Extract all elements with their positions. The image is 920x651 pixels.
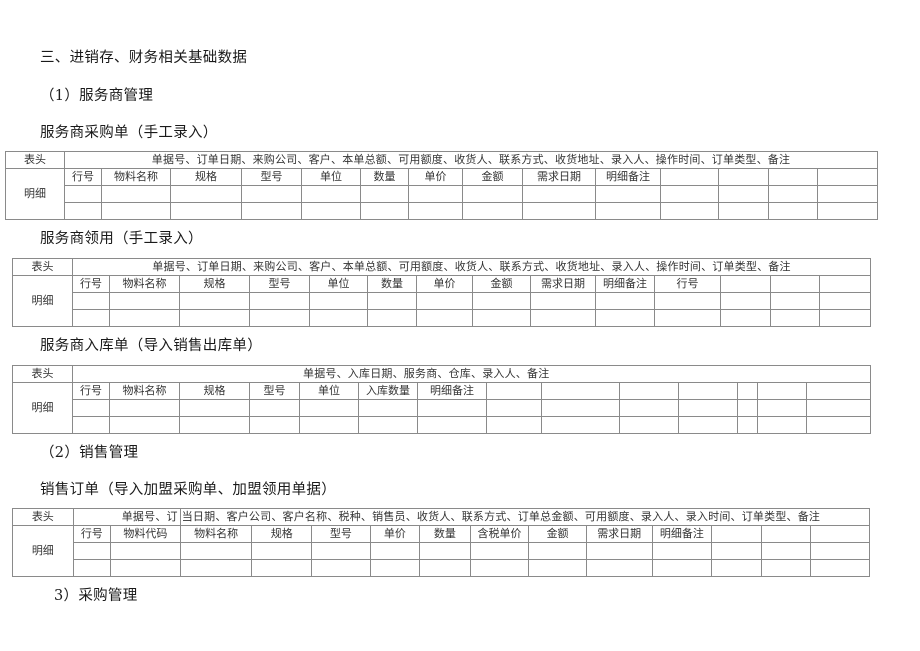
column-header: 行号 — [72, 525, 112, 543]
column-header: 规格 — [170, 168, 242, 186]
column-header: 规格 — [179, 382, 250, 400]
column-header: 金额 — [472, 275, 531, 293]
column-header: 物料代码 — [110, 525, 181, 543]
table-row — [13, 416, 872, 434]
table-row — [13, 542, 870, 560]
column-header: 数量 — [367, 275, 417, 293]
column-header: 行号 — [72, 275, 110, 293]
column-header: 数量 — [419, 525, 471, 543]
column-header: 明细备注 — [651, 525, 713, 543]
header-fields: 单据号、订单日期、来购公司、客户、本单总额、可用额度、收货人、联系方式、收货地址… — [72, 258, 871, 276]
column-header — [817, 168, 878, 186]
column-header: 单位 — [301, 168, 361, 186]
table-title-sales-order: 销售订单（导入加盟采购单、加盟领用单据） — [40, 482, 336, 498]
column-header — [760, 525, 812, 543]
column-header: 含税单价 — [469, 525, 530, 543]
column-header: 物料名称 — [179, 525, 253, 543]
header-fields: 单据号、订单日期、来购公司、客户、本单总额、可用额度、收货人、联系方式、收货地址… — [64, 151, 878, 169]
column-header — [619, 382, 679, 400]
column-header: 型号 — [249, 275, 310, 293]
column-header: 入库数量 — [358, 382, 418, 400]
column-header: 规格 — [251, 525, 313, 543]
header-label: 表头 — [12, 258, 73, 276]
column-header: 行号 — [654, 275, 721, 293]
column-header: 单价 — [369, 525, 421, 543]
column-header: 型号 — [241, 168, 302, 186]
column-header — [757, 382, 807, 400]
column-header: 需求日期 — [585, 525, 653, 543]
table-row — [13, 399, 872, 417]
column-header — [678, 382, 738, 400]
column-header: 明细备注 — [595, 275, 655, 293]
header-fields-part1: 单据号、订 — [72, 508, 181, 526]
column-header: 型号 — [249, 382, 300, 400]
column-header: 单价 — [408, 168, 463, 186]
column-header — [720, 275, 771, 293]
column-header: 金额 — [528, 525, 587, 543]
column-header — [737, 382, 758, 400]
column-header — [718, 168, 769, 186]
column-header — [819, 275, 871, 293]
table-row — [13, 559, 870, 577]
column-header: 规格 — [179, 275, 250, 293]
requisition-table: 表头 单据号、订单日期、来购公司、客户、本单总额、可用额度、收货人、联系方式、收… — [12, 258, 871, 327]
column-header: 金额 — [462, 168, 523, 186]
table-title-purchase-order: 服务商采购单（手工录入） — [40, 125, 218, 141]
header-label: 表头 — [5, 151, 65, 169]
subsection-heading-service-provider: （1）服务商管理 — [40, 88, 154, 104]
detail-label: 明细 — [12, 382, 73, 434]
column-header: 数量 — [360, 168, 409, 186]
detail-label: 明细 — [12, 275, 73, 327]
detail-label: 明细 — [5, 168, 65, 220]
table-row — [6, 185, 878, 203]
column-header: 明细备注 — [595, 168, 661, 186]
header-fields-part2: 当日期、客户公司、客户名称、税种、销售员、收货人、联系方式、订单总金额、可用额度… — [179, 508, 871, 526]
column-header: 型号 — [311, 525, 371, 543]
table-title-requisition: 服务商领用（手工录入） — [40, 231, 203, 247]
header-label: 表头 — [12, 365, 73, 383]
table-row — [13, 309, 871, 327]
column-header — [541, 382, 620, 400]
column-header — [810, 525, 870, 543]
column-header: 行号 — [72, 382, 110, 400]
column-header — [770, 275, 820, 293]
column-header: 需求日期 — [530, 275, 596, 293]
header-fields: 单据号、入库日期、服务商、仓库、录入人、备注 — [71, 365, 872, 383]
section-heading: 三、进销存、财务相关基础数据 — [40, 50, 248, 66]
column-header — [805, 382, 872, 400]
header-label: 表头 — [12, 508, 74, 526]
column-header — [711, 525, 762, 543]
subsection-heading-sales: （2）销售管理 — [40, 445, 139, 461]
table-row — [13, 292, 871, 310]
column-header — [486, 382, 542, 400]
column-header: 需求日期 — [522, 168, 596, 186]
column-header: 行号 — [64, 168, 102, 186]
column-header: 单价 — [416, 275, 473, 293]
table-title-inbound: 服务商入库单（导入销售出库单） — [40, 338, 262, 354]
column-header: 单位 — [309, 275, 368, 293]
detail-label: 明细 — [12, 525, 74, 577]
purchase-order-table: 表头 单据号、订单日期、来购公司、客户、本单总额、可用额度、收货人、联系方式、收… — [5, 151, 878, 220]
table-row — [6, 202, 878, 220]
sales-order-table: 表头 单据号、订 当日期、客户公司、客户名称、税种、销售员、收货人、联系方式、订… — [12, 508, 871, 577]
column-header: 单位 — [299, 382, 359, 400]
column-header — [660, 168, 719, 186]
column-header: 物料名称 — [109, 382, 180, 400]
column-header: 物料名称 — [101, 168, 171, 186]
column-header: 明细备注 — [417, 382, 487, 400]
column-header: 物料名称 — [109, 275, 180, 293]
inbound-table: 表头 单据号、入库日期、服务商、仓库、录入人、备注 明细 行号 物料名称 规格 … — [12, 365, 872, 434]
subsection-heading-procurement: 3）采购管理 — [54, 588, 138, 604]
column-header — [768, 168, 818, 186]
